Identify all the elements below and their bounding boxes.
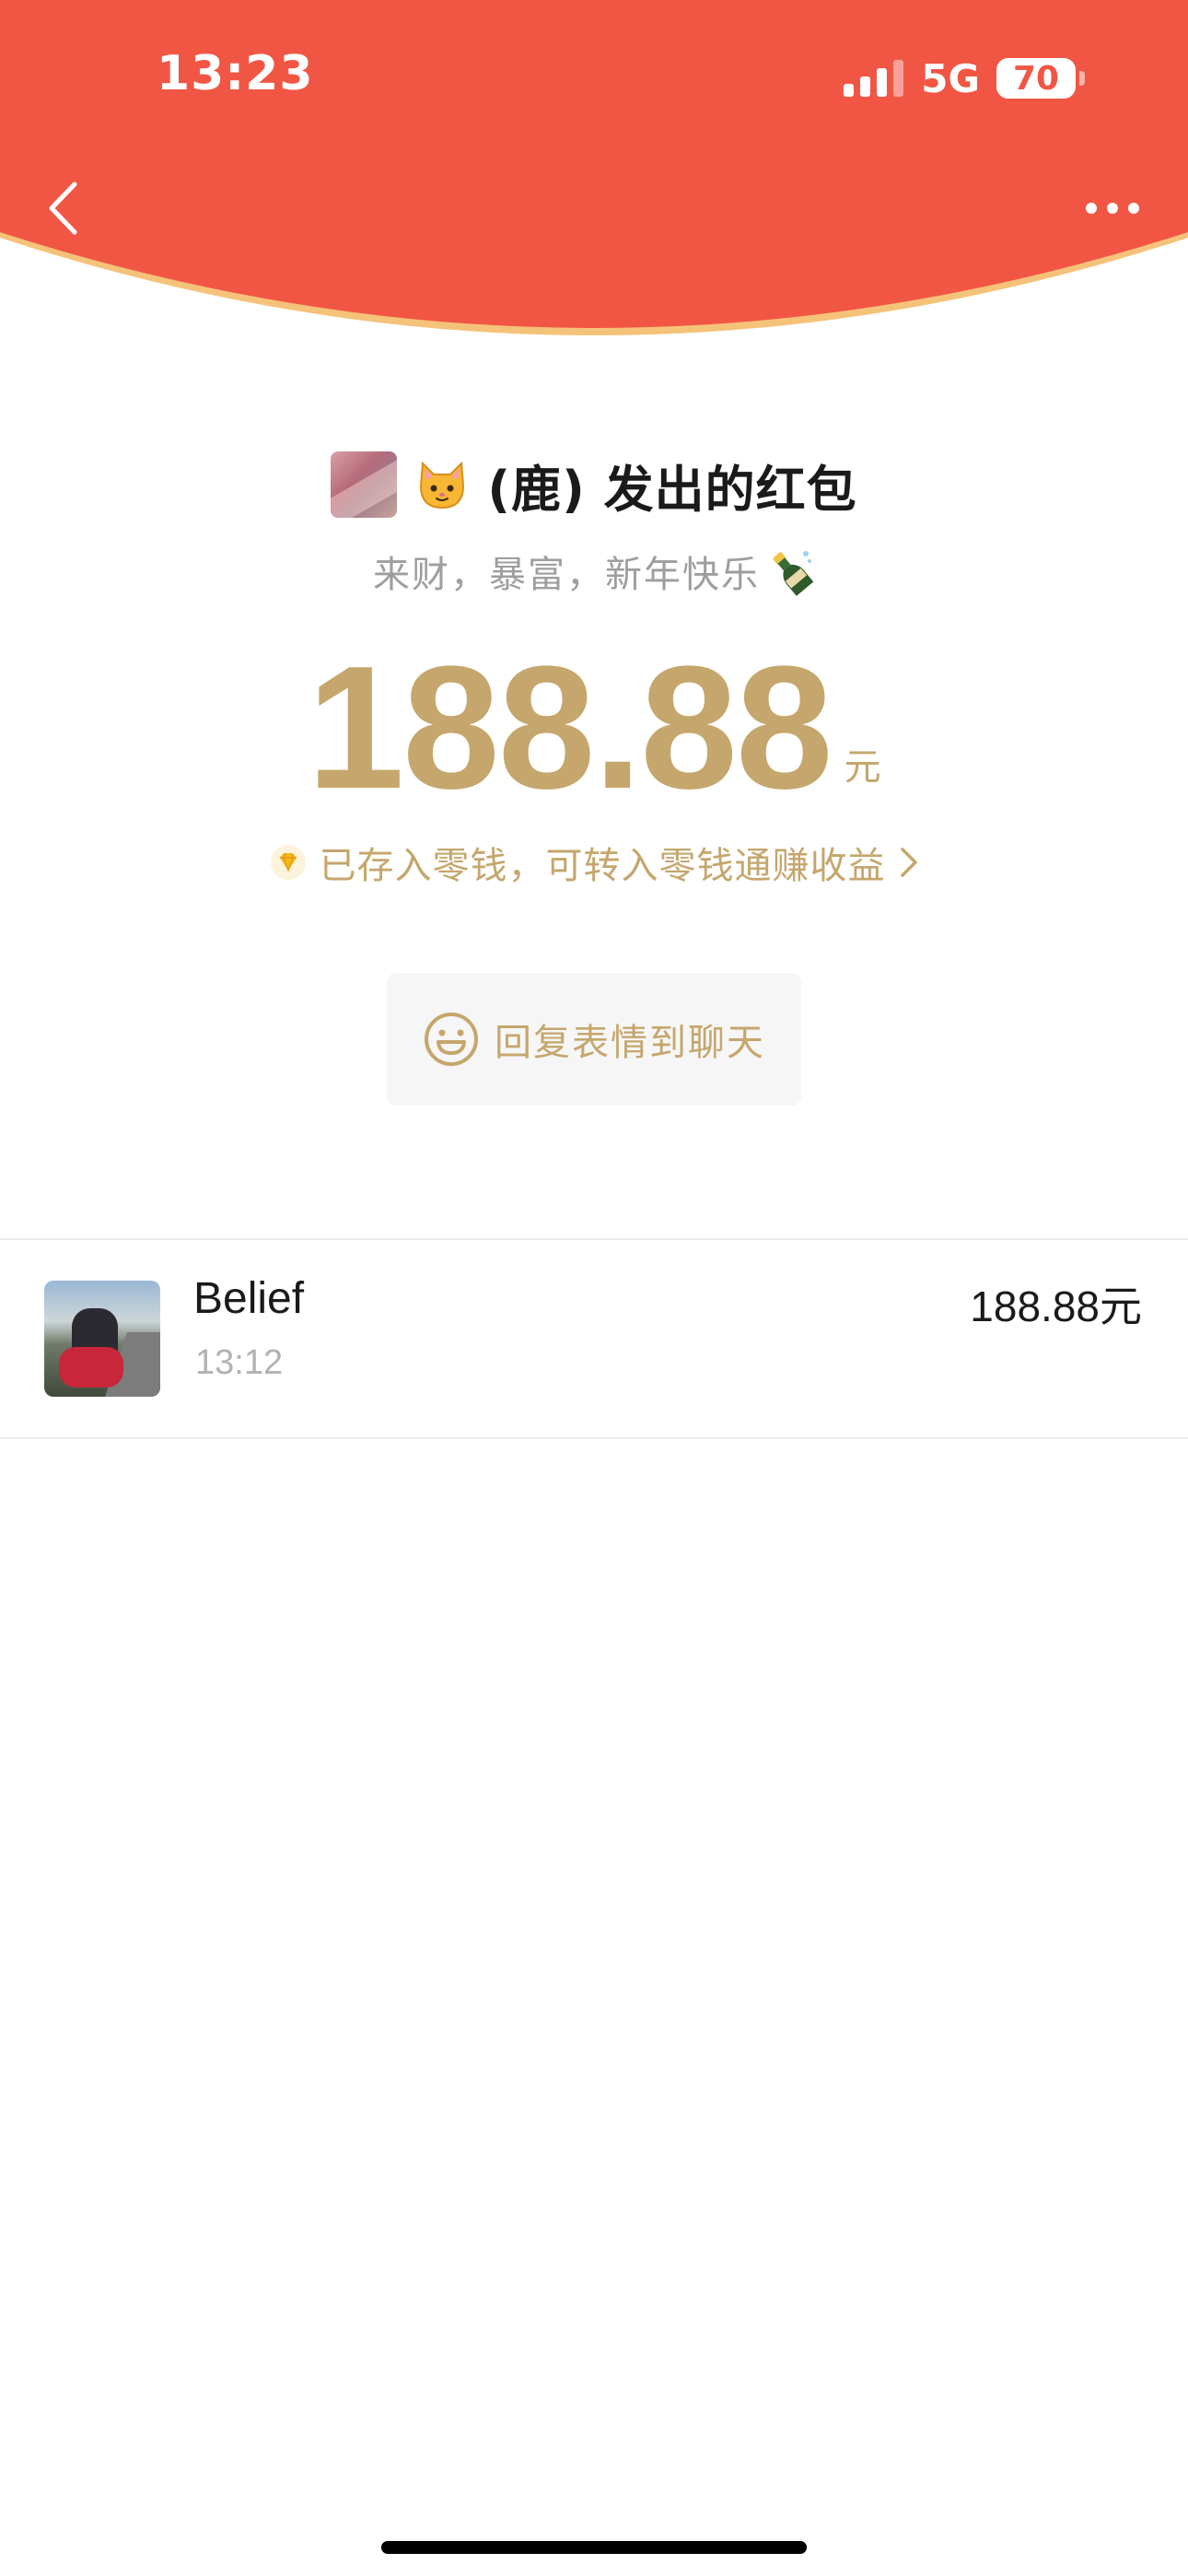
- smile-icon: [425, 1013, 478, 1066]
- battery-indicator: 70: [996, 58, 1076, 99]
- list-item[interactable]: Belief 13:12 188.88元: [0, 1240, 1188, 1437]
- list-bottom-divider: [0, 1437, 1188, 1439]
- red-packet-detail-page: 13:23 5G 70 (鹿) 发出的红包 来财，暴富，新年快乐 188.88 …: [0, 0, 1188, 2576]
- reply-with-sticker-button[interactable]: 回复表情到聊天: [387, 973, 801, 1106]
- status-time: 13:23: [157, 46, 314, 101]
- amount-row: 188.88 元: [0, 630, 1188, 825]
- chevron-right-icon: [900, 848, 917, 877]
- receiver-time: 13:12: [195, 1343, 284, 1382]
- receiver-name: Belief: [193, 1274, 305, 1323]
- stored-to-balance-link[interactable]: 已存入零钱，可转入零钱通赚收益: [0, 835, 1188, 890]
- battery-tip: [1079, 71, 1085, 86]
- sender-avatar[interactable]: [331, 451, 398, 518]
- home-indicator[interactable]: [381, 2541, 807, 2554]
- greeting-message: 来财，暴富，新年快乐: [373, 554, 760, 596]
- receiver-amount: 188.88元: [970, 1282, 1142, 1330]
- more-dots-icon: [1086, 203, 1139, 214]
- chevron-left-icon: [49, 181, 77, 235]
- champagne-bottle-icon: [773, 551, 814, 596]
- amount-unit: 元: [844, 746, 881, 789]
- avatar[interactable]: [44, 1281, 160, 1397]
- cat-face-icon: [420, 461, 465, 509]
- battery-percent: 70: [1012, 59, 1060, 98]
- cellular-signal-icon: [844, 60, 904, 97]
- status-indicators: 5G 70: [844, 53, 1085, 103]
- back-button[interactable]: [35, 175, 90, 241]
- reply-label: 回复表情到聊天: [495, 1022, 765, 1064]
- avatar-bike-shape: [59, 1347, 123, 1388]
- more-button[interactable]: [1076, 184, 1149, 232]
- network-type: 5G: [921, 55, 980, 101]
- sender-row: (鹿) 发出的红包: [0, 450, 1188, 520]
- greeting-row: 来财，暴富，新年快乐: [0, 544, 1188, 599]
- stored-text: 已存入零钱，可转入零钱通赚收益: [319, 845, 886, 887]
- diamond-icon: [270, 845, 306, 880]
- sender-title: (鹿) 发出的红包: [487, 460, 857, 519]
- amount-value: 188.88: [307, 630, 833, 825]
